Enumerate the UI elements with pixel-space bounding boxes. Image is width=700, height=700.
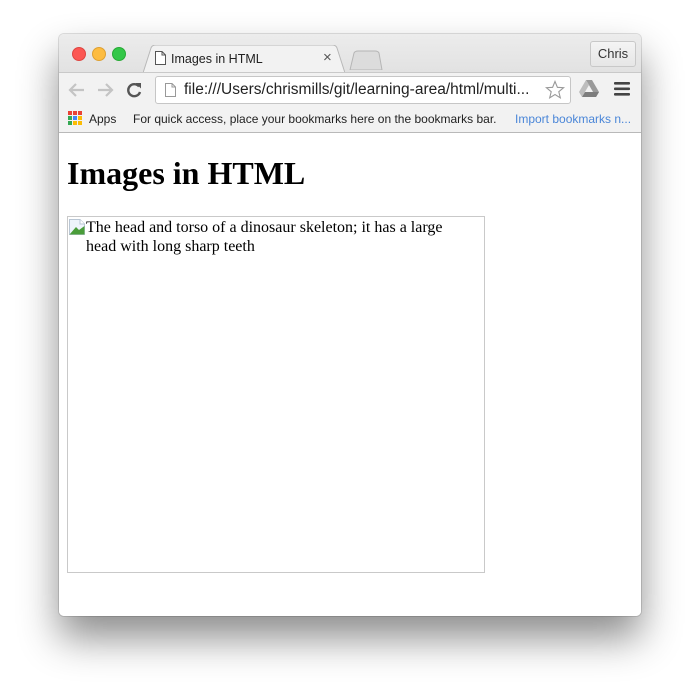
page-icon xyxy=(155,51,166,65)
bookmarks-bar: Apps For quick access, place your bookma… xyxy=(59,106,641,133)
toolbar: file:///Users/chrismills/git/learning-ar… xyxy=(59,72,641,107)
browser-window: Images in HTML × Chris file:///Users/chr xyxy=(59,34,641,616)
arrow-left-icon xyxy=(68,83,84,97)
url-text[interactable]: file:///Users/chrismills/git/learning-ar… xyxy=(184,81,536,99)
star-icon[interactable] xyxy=(545,80,565,100)
address-bar[interactable]: file:///Users/chrismills/git/learning-ar… xyxy=(155,76,571,104)
apps-grid-icon[interactable] xyxy=(68,111,82,125)
arrow-right-icon xyxy=(98,83,114,97)
bookmarks-hint: For quick access, place your bookmarks h… xyxy=(133,112,497,126)
page-icon xyxy=(165,83,176,97)
apps-shortcut[interactable]: Apps xyxy=(89,112,116,126)
minimize-window-button[interactable] xyxy=(92,47,106,61)
reload-icon xyxy=(127,83,142,98)
tab-images-in-html[interactable]: Images in HTML × xyxy=(143,45,345,73)
image-alt-text: The head and torso of a dinosaur skeleto… xyxy=(86,219,443,255)
profile-button[interactable]: Chris xyxy=(590,41,636,67)
broken-image-icon xyxy=(69,219,85,235)
title-bar: Images in HTML × Chris xyxy=(59,34,641,73)
reload-button[interactable] xyxy=(123,79,145,101)
close-window-button[interactable] xyxy=(72,47,86,61)
dinosaur-image: The head and torso of a dinosaur skeleto… xyxy=(67,216,485,573)
tab-close-icon[interactable]: × xyxy=(323,49,332,66)
forward-button[interactable] xyxy=(94,79,116,101)
google-drive-icon[interactable] xyxy=(579,80,599,98)
tab-title: Images in HTML xyxy=(171,52,263,66)
page-content: Images in HTML The head and torso of a d… xyxy=(59,133,641,616)
hamburger-menu-icon[interactable] xyxy=(614,82,630,96)
maximize-window-button[interactable] xyxy=(112,47,126,61)
new-tab-button[interactable] xyxy=(349,50,383,70)
import-bookmarks-link[interactable]: Import bookmarks n... xyxy=(515,112,631,126)
page-heading: Images in HTML xyxy=(67,155,306,191)
back-button[interactable] xyxy=(66,79,88,101)
